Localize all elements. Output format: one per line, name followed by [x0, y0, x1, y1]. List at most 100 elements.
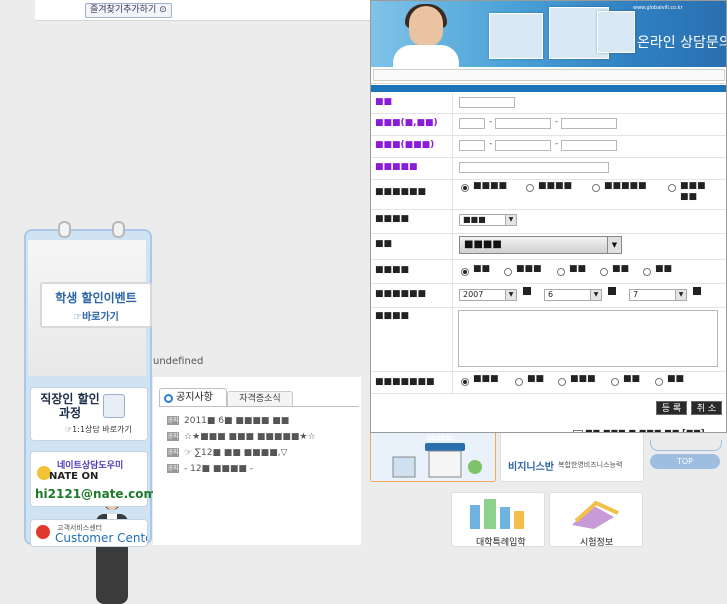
mobile-field-1[interactable]: [459, 140, 485, 151]
book-icon: [103, 394, 125, 418]
age-select[interactable]: ■■■ ▼: [459, 214, 517, 226]
category-radio-2[interactable]: [526, 184, 534, 192]
submit-button[interactable]: 등 록: [656, 401, 687, 415]
phone-icon: [36, 525, 50, 539]
form-row-course: ■■ ■■■■ ▼: [371, 233, 726, 260]
notice-row[interactable]: 공지 ☞ ∑12■ ■■ ■■■■,▽: [167, 447, 287, 459]
tab-notice-label: 공지사항: [176, 392, 213, 403]
category-option-3: ■■■■■: [604, 181, 647, 191]
books-icon: [572, 500, 619, 529]
form-row-age: ■■■■ ■■■ ▼: [371, 209, 726, 234]
radio-dot-icon: [164, 394, 173, 403]
time-option-2: ■■■: [516, 264, 542, 274]
notice-row[interactable]: 공지 2011■ 6■ ■■■■ ■■: [167, 415, 289, 427]
notice-tag: 공지: [167, 416, 179, 425]
notice-row[interactable]: 공지 ☆★■■■ ■■■ ■■■■■★☆: [167, 431, 316, 443]
agree-label: ■■ ■■■ ■ ■■■ ■■ [■■]: [585, 428, 705, 433]
consult-link[interactable]: ☞1:1상담 바로가기: [65, 424, 132, 435]
category-radio-1[interactable]: [461, 184, 469, 192]
sign-link[interactable]: ☞바로가기: [42, 308, 150, 323]
email-input[interactable]: [459, 162, 609, 173]
chevron-down-icon: ▼: [505, 215, 516, 225]
nateon-helper-title: 네이트상담도우미: [57, 461, 124, 471]
undefined-text: undefined: [153, 356, 204, 367]
name-input[interactable]: [459, 97, 515, 108]
mobile-field-2[interactable]: [495, 140, 551, 151]
customer-center-card[interactable]: 고객서비스센터 Customer Center: [30, 519, 148, 547]
chevron-down-icon: ▼: [675, 290, 686, 300]
notice-tag: 공지: [167, 464, 179, 473]
time-option-5: ■■: [655, 264, 673, 274]
year-select[interactable]: 2007 ▼: [459, 289, 517, 301]
top-button[interactable]: TOP: [650, 454, 720, 469]
consult-banner: www.globalvill.co.kr 온라인 상담문의: [371, 1, 726, 68]
day-unit-text: [693, 287, 701, 295]
tab-cert-news[interactable]: 자격증소식: [227, 391, 293, 406]
month-unit-text: [608, 287, 616, 295]
nateon-email[interactable]: hi2121@nate.com: [35, 487, 156, 501]
global-label: GLOBAL: [427, 435, 454, 442]
reply-radio-4[interactable]: [611, 378, 619, 386]
agent-face: [409, 6, 443, 46]
year-select-value: 2007: [463, 290, 484, 299]
notice-title: ☞ ∑12■ ■■ ■■■■,▽: [184, 448, 288, 458]
notice-title: 2011■ 6■ ■■■■ ■■: [184, 416, 290, 426]
phone-field-2[interactable]: [495, 118, 551, 129]
time-radio-5[interactable]: [643, 268, 651, 276]
reply-radio-5[interactable]: [655, 378, 663, 386]
business-class-title: 비지니스반: [508, 462, 554, 473]
phone-label: ■■■(■,■■): [375, 118, 438, 128]
category-radio-4[interactable]: [668, 184, 676, 192]
row-divider: [452, 233, 453, 259]
form-row-date: ■■■■■■ 2007 ▼ 6 ▼ 7 ▼: [371, 283, 726, 308]
reply-option-3: ■■■: [570, 374, 596, 384]
tab-divider: [159, 406, 359, 407]
university-admission-card[interactable]: 대학특례입학: [451, 492, 545, 548]
reply-radio-2[interactable]: [515, 378, 523, 386]
tab-notice[interactable]: 공지사항: [159, 388, 227, 406]
row-divider: [452, 157, 453, 179]
time-radio-3[interactable]: [557, 268, 565, 276]
mobile-field-3[interactable]: [561, 140, 617, 151]
day-select[interactable]: 7 ▼: [629, 289, 687, 301]
side-decoration: [650, 440, 722, 451]
category-label: ■■■■■■: [375, 187, 427, 197]
exam-info-card[interactable]: 시험정보: [549, 492, 643, 548]
notice-title: ☆★■■■ ■■■ ■■■■■★☆: [184, 432, 316, 442]
business-class-banner[interactable]: [500, 430, 644, 482]
city-buildings-icon: [470, 499, 524, 529]
worker-discount-card[interactable]: 직장인 할인과정 ☞1:1상담 바로가기: [30, 387, 148, 441]
form-row-category: ■■■■■■ ■■■■ ■■■■ ■■■■■ ■■■ ■■: [371, 179, 726, 210]
row-divider: [452, 93, 453, 113]
cancel-button[interactable]: 취 소: [691, 401, 722, 415]
agree-checkbox[interactable]: [573, 430, 583, 432]
bookmark-add-button[interactable]: 즐겨찾기추가하기 ⊙: [85, 3, 172, 18]
reply-radio-3[interactable]: [558, 378, 566, 386]
memo-label: ■■■■: [375, 311, 410, 321]
time-radio-2[interactable]: [504, 268, 512, 276]
phone-field-3[interactable]: [561, 118, 617, 129]
time-option-1: ■■: [473, 264, 491, 274]
nateon-helper-card[interactable]: 네이트상담도우미 NATE ON hi2121@nate.com: [30, 451, 156, 507]
month-select[interactable]: 6 ▼: [544, 289, 602, 301]
customer-center-logo: Customer Center: [55, 531, 148, 545]
memo-textarea[interactable]: [458, 310, 718, 367]
time-radio-4[interactable]: [600, 268, 608, 276]
category-radio-3[interactable]: [592, 184, 600, 192]
course-select[interactable]: ■■■■ ▼: [459, 236, 622, 254]
category-option-4: ■■■ ■■: [680, 181, 706, 202]
course-label: ■■: [375, 239, 393, 249]
time-radio-1[interactable]: [461, 268, 469, 276]
chevron-down-icon: ▼: [607, 237, 621, 253]
form-row-name: ■■: [371, 93, 726, 114]
reply-radio-1[interactable]: [461, 378, 469, 386]
student-event-sign[interactable]: 학생 할인이벤트 ☞바로가기: [40, 282, 152, 328]
form-row-phone: ■■■(■,■■) - -: [371, 113, 726, 136]
phone-field-1[interactable]: [459, 118, 485, 129]
month-select-value: 6: [548, 290, 554, 299]
notice-row[interactable]: 공지 - 12■ ■■■■ -: [167, 463, 253, 475]
online-consult-popup: www.globalvill.co.kr 온라인 상담문의 ■■ ■■■(■,■…: [370, 0, 727, 433]
course-select-value: ■■■■: [464, 239, 502, 250]
notice-board: 공지사항 자격증소식 공지 2011■ 6■ ■■■■ ■■ 공지 ☆★■■■ ■■…: [153, 377, 361, 545]
global-village-banner[interactable]: GLOBAL: [370, 430, 496, 482]
